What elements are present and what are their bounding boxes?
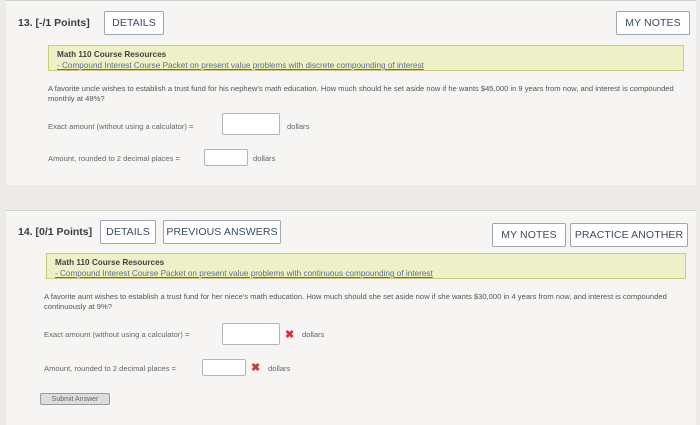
problem-text: A favorite aunt wishes to establish a tr… — [44, 292, 667, 311]
details-button[interactable]: DETAILS — [100, 220, 156, 244]
exact-amount-label: Exact amount (without using a calculator… — [48, 122, 194, 131]
course-resources-box: Math 110 Course Resources - Compound Int… — [48, 45, 684, 71]
question-13-header: 13. [-/1 Points] — [18, 17, 90, 29]
rounded-amount-unit: dollars — [253, 154, 276, 163]
rounded-amount-unit: dollars — [268, 364, 291, 373]
details-button[interactable]: DETAILS — [104, 11, 164, 35]
rounded-amount-label: Amount, rounded to 2 decimal places = — [44, 364, 176, 373]
my-notes-button[interactable]: MY NOTES — [492, 223, 566, 247]
course-resources-box: Math 110 Course Resources - Compound Int… — [46, 253, 686, 279]
incorrect-x-icon: ✖ — [251, 362, 261, 374]
course-resources-link[interactable]: - Compound Interest Course Packet on pre… — [57, 60, 675, 71]
exact-amount-label: Exact amount (without using a calculator… — [44, 330, 190, 339]
question-13-panel: 13. [-/1 Points] DETAILS MY NOTES Math 1… — [6, 0, 696, 185]
my-notes-button[interactable]: MY NOTES — [616, 11, 690, 35]
rounded-amount-label: Amount, rounded to 2 decimal places = — [48, 154, 180, 163]
previous-answers-button[interactable]: PREVIOUS ANSWERS — [163, 220, 281, 244]
rounded-amount-input[interactable] — [202, 359, 246, 376]
exact-amount-input[interactable] — [222, 323, 280, 345]
exact-amount-unit: dollars — [302, 330, 325, 339]
exact-amount-unit: dollars — [287, 122, 310, 131]
incorrect-x-icon: ✖ — [285, 329, 295, 341]
submit-answer-button[interactable]: Submit Answer — [40, 393, 110, 405]
question-14-panel: 14. [0/1 Points] DETAILS PREVIOUS ANSWER… — [6, 210, 696, 425]
practice-another-button[interactable]: PRACTICE ANOTHER — [570, 223, 688, 247]
exact-amount-input[interactable] — [222, 113, 280, 135]
rounded-amount-input[interactable] — [204, 149, 248, 166]
course-resources-title: Math 110 Course Resources — [55, 258, 165, 267]
course-resources-link[interactable]: - Compound Interest Course Packet on pre… — [55, 268, 677, 279]
problem-text: A favorite uncle wishes to establish a t… — [48, 84, 674, 103]
question-14-header: 14. [0/1 Points] — [18, 226, 93, 238]
course-resources-title: Math 110 Course Resources — [57, 50, 167, 59]
